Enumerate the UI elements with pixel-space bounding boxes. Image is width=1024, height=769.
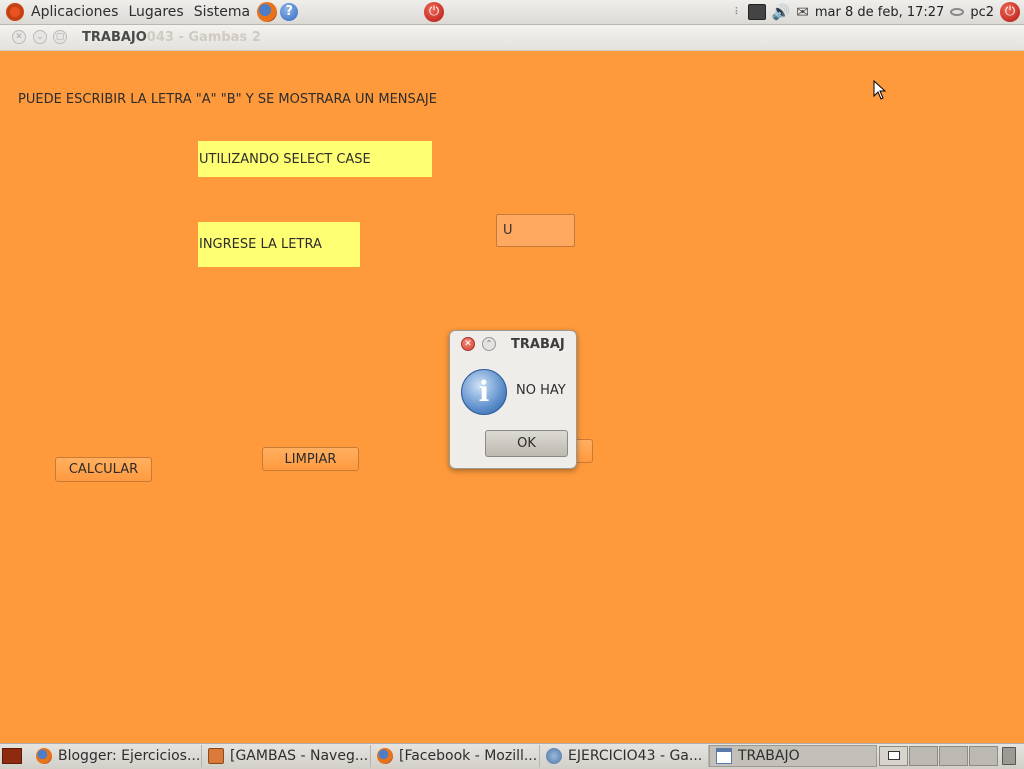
user-name[interactable]: pc2 [970, 5, 994, 20]
window-titlebar: ✕ ⌄ ▢ TRABAJO043 - Gambas 2 [0, 25, 1024, 51]
mail-icon[interactable]: ✉ [796, 3, 809, 21]
gambas-icon [208, 748, 224, 764]
task-label: Blogger: Ejercicios... [58, 748, 201, 764]
window-title-ghost: 043 - Gambas 2 [146, 30, 261, 45]
task-blogger[interactable]: Blogger: Ejercicios... [30, 745, 202, 767]
task-label: TRABAJO [738, 748, 800, 764]
letter-input[interactable] [496, 214, 575, 247]
network-icon[interactable] [747, 4, 766, 20]
trash-icon[interactable] [1002, 747, 1016, 765]
workspace-4[interactable] [969, 746, 998, 766]
task-label: [GAMBAS - Naveg... [230, 748, 369, 764]
dialog-titlebar: ✕ ⌃ TRABAJ [450, 331, 576, 357]
maximize-icon[interactable]: ▢ [53, 30, 67, 44]
workspace-switcher [879, 746, 999, 766]
limpiar-label: LIMPIAR [284, 451, 337, 467]
task-ejercicio43[interactable]: EJERCICIO43 - Ga... [540, 745, 709, 767]
firefox-icon [36, 748, 52, 764]
menu-sistema[interactable]: Sistema [189, 0, 255, 24]
show-desktop-icon[interactable] [2, 748, 22, 764]
clock[interactable]: mar 8 de feb, 17:27 [815, 5, 944, 20]
task-label: EJERCICIO43 - Ga... [568, 748, 703, 764]
minimize-icon[interactable]: ⌄ [33, 30, 47, 44]
menu-aplicaciones[interactable]: Aplicaciones [26, 0, 123, 24]
window-icon [716, 748, 732, 764]
shutdown-icon[interactable]: ⏻ [1000, 2, 1020, 22]
dialog-close-icon[interactable]: ✕ [461, 337, 475, 351]
workspace-3[interactable] [939, 746, 968, 766]
user-status-icon [950, 8, 965, 16]
window-title: TRABAJO043 - Gambas 2 [82, 30, 261, 45]
workspace-window-icon [887, 751, 900, 760]
bottom-taskbar: Blogger: Ejercicios... [GAMBAS - Naveg..… [0, 743, 1024, 769]
dialog-title: TRABAJ [511, 337, 565, 352]
window-title-text: TRABAJO [82, 30, 147, 45]
task-facebook[interactable]: [Facebook - Mozill... [371, 745, 540, 767]
limpiar-button[interactable]: LIMPIAR [262, 447, 359, 471]
dialog-maximize-icon[interactable]: ⌃ [482, 337, 496, 351]
mouse-cursor-icon [873, 80, 887, 100]
close-icon[interactable]: ✕ [12, 30, 26, 44]
workspace-1[interactable] [879, 746, 908, 766]
task-label: [Facebook - Mozill... [399, 748, 538, 764]
calcular-button[interactable]: CALCULAR [55, 457, 152, 482]
instruction-label: PUEDE ESCRIBIR LA LETRA "A" "B" Y SE MOS… [18, 92, 437, 107]
workspace-2[interactable] [909, 746, 938, 766]
dialog-message: NO HAY [516, 383, 566, 398]
menu-lugares[interactable]: Lugares [123, 0, 188, 24]
ingrese-letra-label: INGRESE LA LETRA [198, 222, 360, 267]
panel-tray: ⠇ 🔊 ✉ mar 8 de feb, 17:27 pc2 ⏻ [734, 0, 1020, 24]
ubuntu-logo-icon[interactable] [6, 3, 24, 21]
help-icon[interactable]: ? [280, 3, 299, 21]
gambas-ide-icon [546, 748, 562, 764]
select-case-label: UTILIZANDO SELECT CASE [198, 141, 432, 177]
firefox-launcher-icon[interactable] [257, 2, 278, 22]
task-trabajo[interactable]: TRABAJO [709, 745, 877, 767]
firefox-icon [377, 748, 393, 764]
message-dialog: ✕ ⌃ TRABAJ i NO HAY OK [449, 330, 577, 469]
power-icon[interactable]: ⏻ [424, 2, 444, 22]
ok-button[interactable]: OK [485, 430, 568, 457]
tray-grip-icon[interactable]: ⠇ [734, 7, 741, 18]
task-gambas-navegador[interactable]: [GAMBAS - Naveg... [202, 745, 371, 767]
speaker-icon[interactable]: 🔊 [772, 3, 791, 21]
info-icon: i [461, 369, 507, 415]
